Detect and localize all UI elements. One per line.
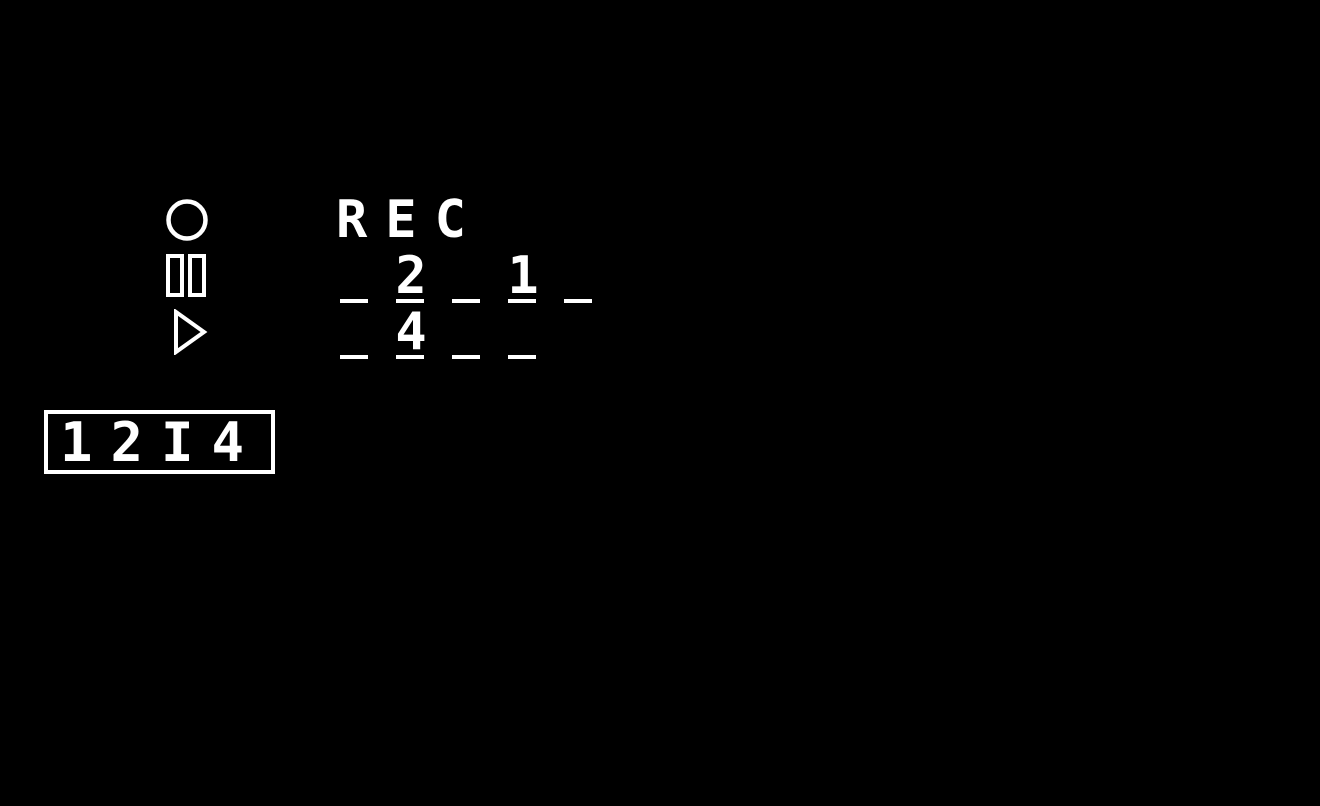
slot-row-1: 2 1 xyxy=(338,248,638,308)
slot-digit: 1 xyxy=(507,246,539,306)
slot xyxy=(562,248,596,306)
slot xyxy=(338,248,372,306)
slot-underline xyxy=(340,299,368,303)
play-icon xyxy=(172,309,210,355)
slot-underline xyxy=(340,355,368,359)
slot xyxy=(506,304,540,362)
slot-row-2: 4 xyxy=(338,304,638,364)
slot-underline xyxy=(508,299,536,303)
slot-underline xyxy=(508,355,536,359)
slot xyxy=(338,304,372,362)
slot-digit: 4 xyxy=(395,302,427,362)
code-display-box: 12I4 xyxy=(44,410,275,474)
slot: 1 xyxy=(506,248,540,306)
display-screen: REC 2 1 4 12I4 xyxy=(0,0,1320,806)
slot: 2 xyxy=(394,248,428,306)
slot-digit: 2 xyxy=(395,246,427,306)
slot: 4 xyxy=(394,304,428,362)
slot-underline xyxy=(396,355,424,359)
slot-underline xyxy=(564,299,592,303)
slot xyxy=(450,248,484,306)
rec-label: REC xyxy=(336,190,484,250)
slot xyxy=(450,304,484,362)
slot-underline xyxy=(452,355,480,359)
slot-underline xyxy=(452,299,480,303)
pause-icon xyxy=(166,254,208,298)
record-icon xyxy=(164,197,210,243)
code-display-text: 12I4 xyxy=(60,411,263,474)
